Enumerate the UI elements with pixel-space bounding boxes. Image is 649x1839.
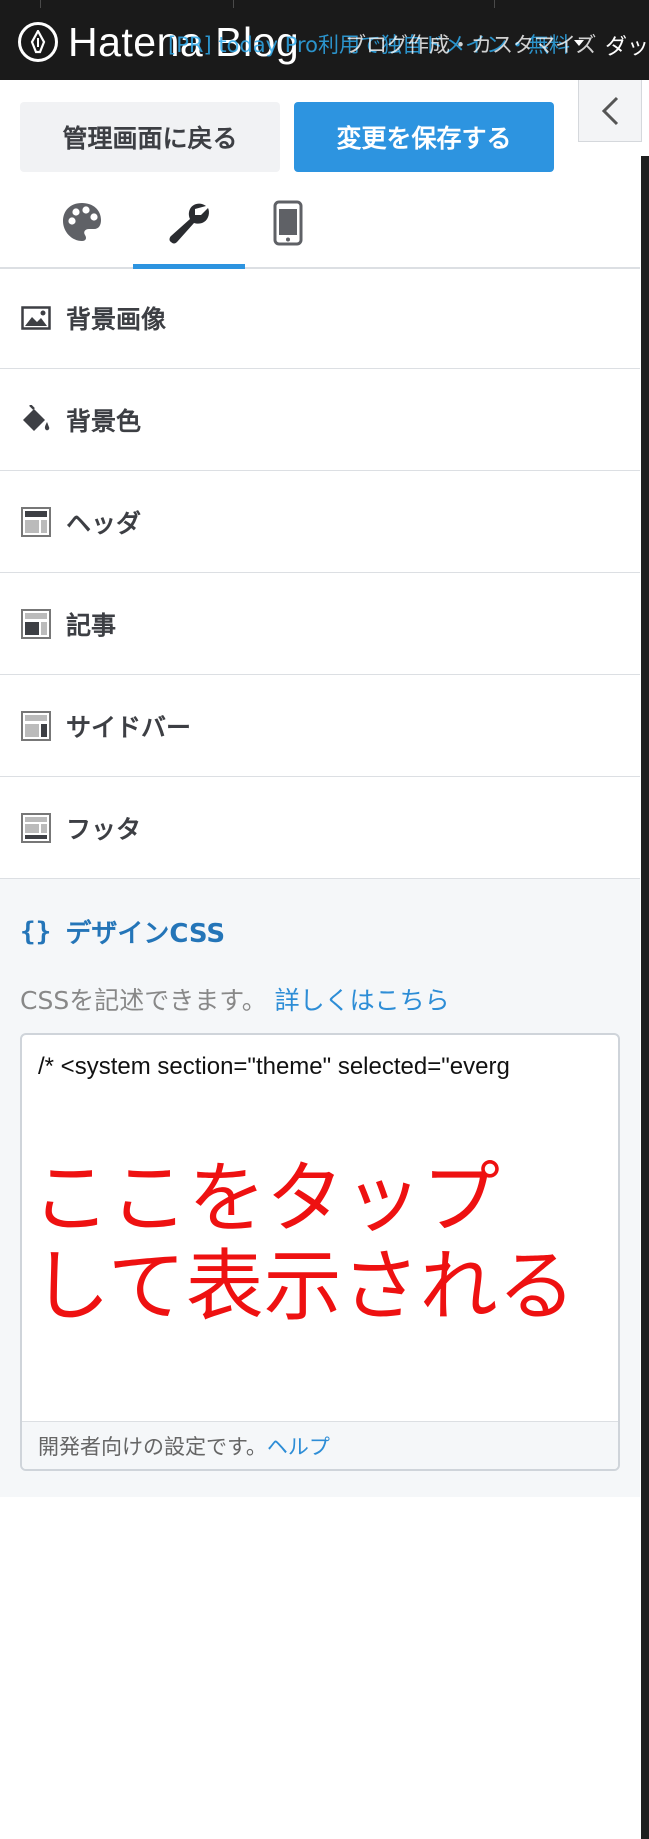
design-css-description: CSSを記述できます。 詳しくはこちら	[20, 981, 450, 1017]
description-text: CSSを記述できます。	[20, 986, 267, 1015]
menu-item-label: フッタ	[66, 815, 142, 844]
menu-item-background-image[interactable]: 背景画像	[0, 267, 640, 369]
pen-nib-icon	[18, 22, 58, 62]
menu-item-label: 背景色	[66, 406, 142, 436]
annotation-line-2: して表示される	[32, 1242, 576, 1332]
save-changes-button[interactable]: 変更を保存する	[294, 102, 554, 172]
menu-item-sidebar[interactable]: サイドバー	[0, 675, 640, 777]
customize-menu: 背景画像 背景色 ヘッダ 記事 サイドバー フッタ	[0, 267, 640, 879]
help-link[interactable]: ヘルプ	[267, 1431, 330, 1461]
annotation-line-1: ここをタップ	[32, 1154, 501, 1244]
layout-header-icon	[20, 506, 52, 538]
menu-item-label: 背景画像	[66, 304, 167, 334]
braces-icon: {}	[20, 916, 52, 947]
details-link[interactable]: 詳しくはこちら	[275, 986, 450, 1015]
header-menu-label[interactable]: ブログ作成・カスタマイズ	[345, 29, 596, 59]
menu-item-label: サイドバー	[66, 712, 192, 742]
menu-item-footer[interactable]: フッタ	[0, 777, 640, 879]
css-editor[interactable]: /* <system section="theme" selected="eve…	[20, 1033, 620, 1471]
footer-text: 開発者向けの設定です。	[38, 1434, 267, 1459]
collapse-panel-button[interactable]	[578, 80, 642, 142]
menu-item-label: ヘッダ	[66, 508, 142, 538]
layout-article-icon	[20, 608, 52, 640]
chevron-left-icon	[601, 96, 619, 125]
menu-item-background-color[interactable]: 背景色	[0, 369, 640, 471]
wrench-icon	[169, 203, 209, 244]
global-header: Hatena Blog [PR] today Pro利用で独自ドメイン・無料 ブ…	[0, 0, 649, 80]
annotation-overlay: ここをタップ して表示される	[32, 1155, 576, 1331]
tab-design[interactable]	[26, 190, 138, 267]
preview-edge	[641, 156, 649, 1839]
layout-sidebar-icon	[20, 710, 52, 742]
design-css-title-text: デザインCSS	[65, 919, 226, 949]
smartphone-icon	[273, 200, 303, 246]
menu-item-header[interactable]: ヘッダ	[0, 471, 640, 573]
caret-down-icon[interactable]	[574, 40, 584, 46]
layout-footer-icon	[20, 812, 52, 844]
tab-customize[interactable]	[133, 190, 245, 269]
header-tab-dividers	[0, 0, 649, 8]
editor-footer: 開発者向けの設定です。 ヘルプ	[22, 1421, 618, 1469]
customize-tabs	[0, 190, 640, 269]
paint-bucket-icon	[20, 404, 52, 436]
menu-item-label: 記事	[66, 610, 117, 640]
design-css-section: {} デザインCSS CSSを記述できます。 詳しくはこちら /* <syste…	[0, 878, 640, 1497]
menu-item-article[interactable]: 記事	[0, 573, 640, 675]
dashboard-link[interactable]: ダッ	[605, 29, 649, 61]
image-icon	[20, 302, 52, 334]
back-to-admin-button[interactable]: 管理画面に戻る	[20, 102, 280, 172]
palette-icon	[63, 203, 101, 241]
design-css-title: {} デザインCSS	[20, 913, 225, 950]
css-code-text[interactable]: /* <system section="theme" selected="eve…	[38, 1053, 510, 1081]
tab-smartphone[interactable]	[232, 190, 344, 267]
